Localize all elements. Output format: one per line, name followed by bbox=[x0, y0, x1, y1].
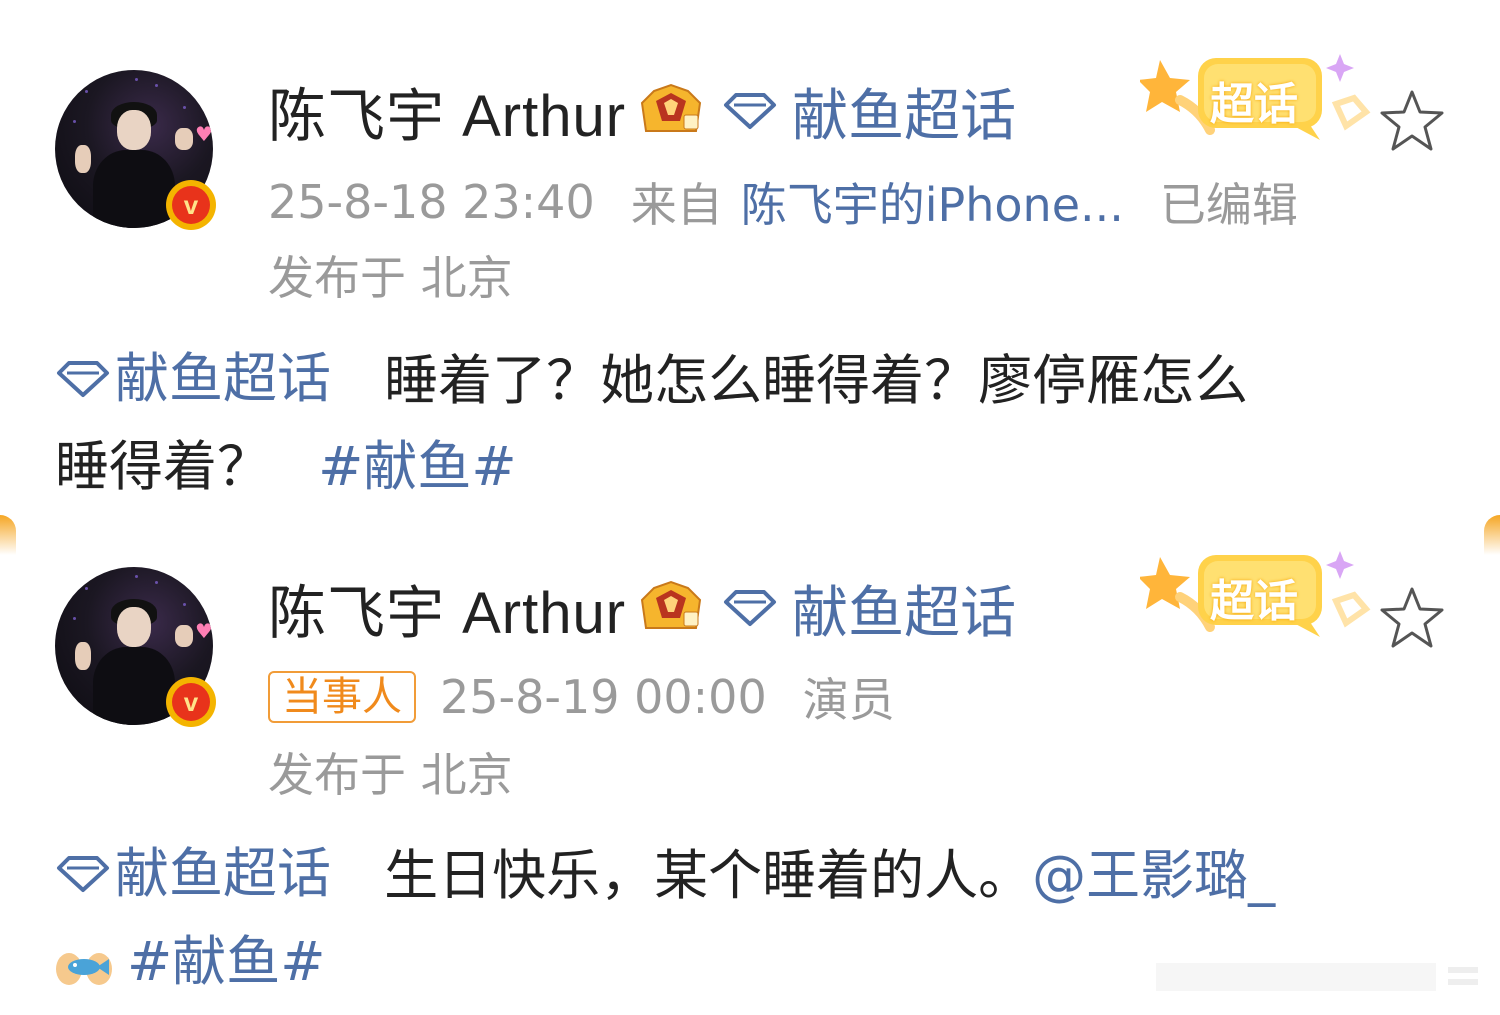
chaohua-badge-icon[interactable]: 超话 bbox=[1138, 537, 1380, 647]
timestamp: 25-8-19 00:00 bbox=[440, 670, 767, 724]
diamond-topic-icon bbox=[724, 93, 777, 129]
star-favorite-icon[interactable] bbox=[1378, 585, 1446, 651]
location: 发布于 北京 bbox=[268, 748, 513, 802]
diamond-topic-icon bbox=[57, 856, 109, 892]
content-topic-label: 献鱼超话 bbox=[115, 842, 331, 905]
timestamp: 25-8-18 23:40 bbox=[268, 175, 595, 229]
crown-level-icon bbox=[641, 580, 702, 629]
content-topic-link[interactable]: 献鱼超话 bbox=[55, 831, 331, 917]
edited-label[interactable]: 已编辑 bbox=[1160, 169, 1298, 235]
content-text-line1: 睡着了？她怎么睡得着？廖停雁怎么 bbox=[384, 349, 1249, 412]
topic-label: 献鱼超话 bbox=[792, 580, 1017, 646]
username[interactable]: 陈飞宇 Arthur bbox=[268, 566, 626, 650]
weibo-watermark bbox=[1156, 963, 1478, 991]
source-link[interactable]: 陈飞宇的iPhone... bbox=[741, 169, 1124, 235]
weibo-post-2: ♥ v 陈飞宇 Arthur 献鱼超话 超话 当事人 25-8-19 00:00… bbox=[0, 515, 1500, 1015]
topic-link[interactable]: 献鱼超话 bbox=[722, 568, 1016, 649]
hashtag-link[interactable]: #献鱼# bbox=[127, 930, 326, 993]
source-prefix: 来自 bbox=[630, 178, 723, 232]
diamond-topic-icon bbox=[57, 361, 109, 397]
star-favorite-icon[interactable] bbox=[1378, 88, 1446, 154]
crown-level-icon bbox=[641, 83, 702, 132]
weibo-post-1: ♥ v 陈飞宇 Arthur 献鱼超话 超话 25-8-18 23:40 来自 … bbox=[0, 0, 1500, 515]
post-content: 献鱼超话 睡着了？她怎么睡得着？廖停雁怎么 睡得着？ #献鱼# bbox=[55, 336, 1435, 510]
mention-link[interactable]: @王影璐_ bbox=[1032, 844, 1275, 907]
content-text: 生日快乐，某个睡着的人。 bbox=[384, 844, 1033, 907]
role-label: 演员 bbox=[802, 673, 895, 727]
location: 发布于 北京 bbox=[268, 251, 513, 305]
content-text-line2: 睡得着？ bbox=[55, 435, 271, 498]
card-edge-decoration bbox=[0, 515, 16, 555]
topic-label: 献鱼超话 bbox=[792, 83, 1017, 149]
card-edge-decoration bbox=[1484, 515, 1500, 555]
content-topic-label: 献鱼超话 bbox=[115, 347, 331, 410]
chaohua-label: 超话 bbox=[1210, 576, 1298, 627]
party-tag: 当事人 bbox=[268, 671, 416, 723]
chaohua-label: 超话 bbox=[1210, 79, 1298, 130]
diamond-topic-icon bbox=[724, 590, 777, 626]
hashtag-link[interactable]: #献鱼# bbox=[318, 435, 517, 498]
chaohua-badge-icon[interactable]: 超话 bbox=[1138, 40, 1380, 150]
username[interactable]: 陈飞宇 Arthur bbox=[268, 69, 626, 153]
verified-v-icon: v bbox=[166, 180, 216, 230]
topic-link[interactable]: 献鱼超话 bbox=[722, 71, 1016, 152]
content-topic-link[interactable]: 献鱼超话 bbox=[55, 336, 331, 422]
hands-fish-emoji bbox=[56, 953, 112, 986]
verified-v-icon: v bbox=[166, 677, 216, 727]
